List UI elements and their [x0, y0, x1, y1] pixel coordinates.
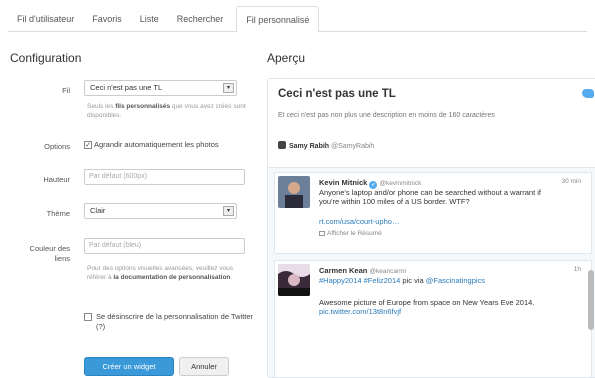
fil-select-value: Ceci n'est pas une TL: [90, 83, 163, 92]
tab-rechercher[interactable]: Rechercher: [168, 6, 233, 32]
timeline-widget: Ceci n'est pas une TL Et ceci n'est pas …: [267, 78, 595, 378]
optout-checkbox[interactable]: [84, 313, 92, 321]
theme-select-value: Clair: [90, 206, 106, 215]
widget-title: Ceci n'est pas une TL: [278, 88, 396, 100]
fil-select[interactable]: Ceci n'est pas une TL ▾: [84, 80, 237, 96]
tab-liste[interactable]: Liste: [131, 6, 168, 32]
hauteur-label: Hauteur: [43, 175, 70, 184]
hauteur-input[interactable]: Par défaut (600px): [84, 169, 245, 185]
create-widget-button[interactable]: Créer un widget: [84, 357, 174, 376]
author-avatar-icon: [278, 141, 286, 149]
tab-bar: Fil d'utilisateur Favoris Liste Recherch…: [8, 6, 587, 33]
couleur-input[interactable]: Par défaut (bleu): [84, 238, 245, 254]
fil-help-text: Seuls les fils personnalisés que vous av…: [87, 103, 246, 119]
tweet-text: #Happy2014 #Feliz2014 pic via @Fascinati…: [319, 276, 486, 285]
tweet-item: Carmen Kean @keancarmi 1h #Happy2014 #Fe…: [274, 260, 592, 377]
widget-author: Samy Rabih @SamyRabih: [278, 141, 374, 150]
tweet-time[interactable]: 1h: [574, 266, 581, 273]
tweet-text-2: Awesome picture of Europe from space on …: [319, 298, 535, 316]
theme-select[interactable]: Clair ▾: [84, 203, 237, 219]
chevron-down-icon: ▾: [223, 83, 234, 93]
tab-favoris[interactable]: Favoris: [83, 6, 131, 32]
carmen-kean-avatar[interactable]: [278, 264, 310, 296]
expand-photos-checkbox[interactable]: ✓: [84, 141, 92, 149]
fil-label: Fil: [62, 86, 70, 95]
tweet-author[interactable]: Carmen Kean @keancarmi: [319, 266, 406, 275]
tweet-pic-link[interactable]: pic.twitter.com/13t8n6fvjf: [319, 307, 401, 316]
preview-heading: Aperçu: [267, 51, 306, 65]
chevron-down-icon: ▾: [223, 206, 234, 216]
tab-fil-utilisateur[interactable]: Fil d'utilisateur: [8, 6, 83, 32]
cancel-button[interactable]: Annuler: [179, 357, 229, 376]
kevin-mitnick-avatar[interactable]: [278, 176, 310, 208]
via-mention[interactable]: @Fascinatingpics: [426, 276, 485, 285]
tweet-text: Anyone's laptop and/or phone can be sear…: [319, 188, 541, 206]
tab-fil-personnalise[interactable]: Fil personnalisé: [236, 6, 320, 33]
tweet-time[interactable]: 30 min: [561, 178, 581, 185]
tweet-summary-toggle[interactable]: Afficher le Résumé: [319, 230, 382, 237]
couleur-label: Couleur des liens: [29, 244, 70, 263]
expand-photos-label: Agrandir automatiquement les photos: [94, 140, 219, 149]
theme-label: Thème: [46, 209, 70, 218]
configuration-heading: Configuration: [10, 51, 82, 65]
author-handle: @SamyRabih: [331, 143, 375, 150]
optout-label: Se désinscrire de la personnalisation de…: [96, 312, 254, 331]
customization-doc-link[interactable]: la documentation de personnalisation: [113, 274, 230, 281]
twitter-bird-icon: [582, 89, 594, 98]
couleur-help-text: Pour des options visuelles avancées, veu…: [87, 265, 233, 281]
tweet-item: Kevin Mitnick ✓ @kevinmitnick 30 min Anyon…: [274, 172, 592, 254]
tweet-link[interactable]: rt.com/usa/court-upho…: [319, 217, 559, 226]
hashtags[interactable]: #Happy2014 #Feliz2014: [319, 276, 400, 285]
summary-icon: [319, 231, 325, 236]
scrollbar[interactable]: [588, 270, 594, 330]
options-label: Options: [44, 142, 70, 151]
author-name[interactable]: Samy Rabih: [289, 143, 329, 150]
tweet-list: Kevin Mitnick ✓ @kevinmitnick 30 min Anyon…: [268, 167, 595, 377]
widget-description: Et ceci n'est pas non plus une descripti…: [278, 112, 495, 119]
